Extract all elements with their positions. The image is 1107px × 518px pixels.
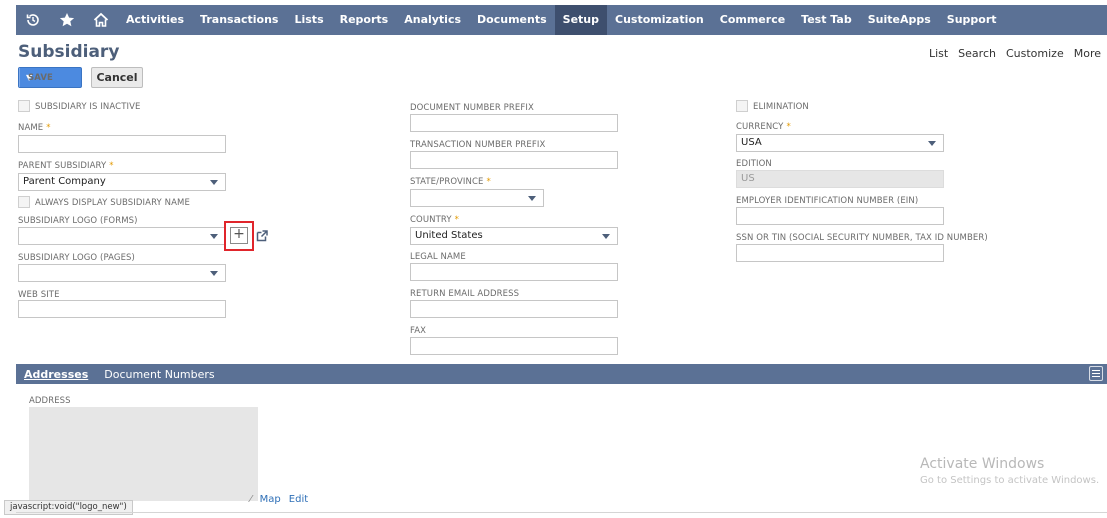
edition-value: US (741, 173, 755, 184)
chevron-down-icon (210, 180, 218, 185)
map-link[interactable]: Map (260, 494, 281, 505)
currency-value: USA (741, 137, 762, 148)
logo-pages-label: SUBSIDIARY LOGO (PAGES) (18, 253, 135, 263)
nav-activities[interactable]: Activities (118, 5, 192, 35)
nav-customization[interactable]: Customization (607, 5, 712, 35)
search-link[interactable]: Search (958, 47, 996, 60)
currency-label: CURRENCY * (736, 122, 791, 132)
chevron-down-icon (928, 141, 936, 146)
name-label: NAME * (18, 123, 51, 133)
logo-pages-select[interactable] (18, 264, 226, 282)
document-number-prefix-label: DOCUMENT NUMBER PREFIX (410, 103, 534, 113)
new-logo-button[interactable]: + (230, 227, 248, 244)
always-display-name-checkbox[interactable] (18, 196, 30, 208)
web-site-label: WEB SITE (18, 290, 60, 300)
top-navigation: Activities Transactions Lists Reports An… (0, 0, 1107, 37)
always-display-name-label: ALWAYS DISPLAY SUBSIDIARY NAME (35, 198, 190, 208)
tab-addresses[interactable]: Addresses (16, 368, 96, 381)
ssn-tin-field[interactable] (736, 244, 944, 262)
nav-bar: Activities Transactions Lists Reports An… (16, 5, 1107, 35)
legal-name-label: LEGAL NAME (410, 252, 466, 262)
nav-analytics[interactable]: Analytics (396, 5, 469, 35)
chevron-down-icon (210, 234, 218, 239)
currency-select[interactable]: USA (736, 134, 944, 152)
activate-windows-title: Activate Windows (920, 456, 1045, 472)
save-button[interactable]: Save ▼ (18, 67, 82, 88)
address-actions: ⁄ Map Edit (250, 494, 308, 505)
required-mark: * (46, 123, 51, 133)
cancel-button[interactable]: Cancel (91, 67, 143, 88)
nav-support[interactable]: Support (939, 5, 1005, 35)
star-icon[interactable] (50, 5, 84, 35)
state-province-select[interactable] (410, 189, 544, 207)
required-mark: * (786, 122, 791, 132)
subsidiary-inactive-checkbox[interactable] (18, 100, 30, 112)
page-title: Subsidiary (18, 42, 120, 62)
state-province-label: STATE/PROVINCE * (410, 177, 491, 187)
fax-label: FAX (410, 326, 427, 336)
edition-label: EDITION (736, 159, 772, 169)
nav-reports[interactable]: Reports (332, 5, 397, 35)
chevron-down-icon (528, 196, 536, 201)
nav-test-tab[interactable]: Test Tab (793, 5, 860, 35)
elimination-label: ELIMINATION (753, 102, 809, 112)
nav-setup[interactable]: Setup (554, 5, 607, 35)
required-mark: * (109, 161, 114, 171)
edit-link[interactable]: Edit (289, 494, 308, 505)
address-label: ADDRESS (29, 396, 71, 406)
legal-name-field[interactable] (410, 263, 618, 281)
open-external-icon[interactable] (256, 230, 268, 242)
address-textarea[interactable] (29, 407, 258, 501)
return-email-label: RETURN EMAIL ADDRESS (410, 289, 520, 299)
ssn-tin-label: SSN OR TIN (SOCIAL SECURITY NUMBER, TAX … (736, 233, 988, 243)
page-links: List Search Customize More (929, 47, 1101, 60)
required-mark: * (486, 177, 491, 187)
return-email-field[interactable] (410, 300, 618, 318)
history-icon[interactable] (16, 5, 50, 35)
activate-windows-subtitle: Go to Settings to activate Windows. (920, 475, 1100, 486)
more-link[interactable]: More (1074, 47, 1101, 60)
name-field[interactable] (18, 135, 226, 153)
nav-commerce[interactable]: Commerce (712, 5, 793, 35)
home-icon[interactable] (84, 5, 118, 35)
parent-subsidiary-select[interactable]: Parent Company (18, 173, 226, 191)
nav-lists[interactable]: Lists (286, 5, 331, 35)
subtab-bar: Addresses Document Numbers (16, 364, 1107, 384)
country-value: United States (415, 230, 483, 241)
country-label: COUNTRY * (410, 215, 460, 225)
elimination-checkbox[interactable] (736, 100, 748, 112)
tab-document-numbers[interactable]: Document Numbers (96, 368, 222, 381)
logo-forms-label: SUBSIDIARY LOGO (FORMS) (18, 216, 138, 226)
document-number-prefix-field[interactable] (410, 114, 618, 132)
ein-field[interactable] (736, 207, 944, 225)
customize-link[interactable]: Customize (1006, 47, 1064, 60)
logo-forms-select[interactable] (18, 227, 226, 245)
transaction-number-prefix-label: TRANSACTION NUMBER PREFIX (410, 140, 546, 150)
nav-transactions[interactable]: Transactions (192, 5, 286, 35)
edition-field: US (736, 170, 944, 188)
subsidiary-inactive-label: SUBSIDIARY IS INACTIVE (35, 102, 141, 112)
save-label: Save (28, 72, 53, 83)
chevron-down-icon (210, 271, 218, 276)
country-select[interactable]: United States (410, 227, 618, 245)
parent-subsidiary-label: PARENT SUBSIDIARY * (18, 161, 114, 171)
ein-label: EMPLOYER IDENTIFICATION NUMBER (EIN) (736, 196, 919, 206)
required-mark: * (454, 215, 460, 225)
resize-handle-icon[interactable]: ⁄ (250, 494, 252, 505)
web-site-field[interactable] (18, 300, 226, 318)
divider (16, 512, 1107, 513)
transaction-number-prefix-field[interactable] (410, 151, 618, 169)
collapse-list-icon[interactable] (1089, 366, 1103, 381)
chevron-down-icon (602, 234, 610, 239)
parent-subsidiary-value: Parent Company (23, 176, 106, 187)
nav-documents[interactable]: Documents (469, 5, 555, 35)
nav-suiteapps[interactable]: SuiteApps (860, 5, 939, 35)
fax-field[interactable] (410, 337, 618, 355)
list-link[interactable]: List (929, 47, 948, 60)
